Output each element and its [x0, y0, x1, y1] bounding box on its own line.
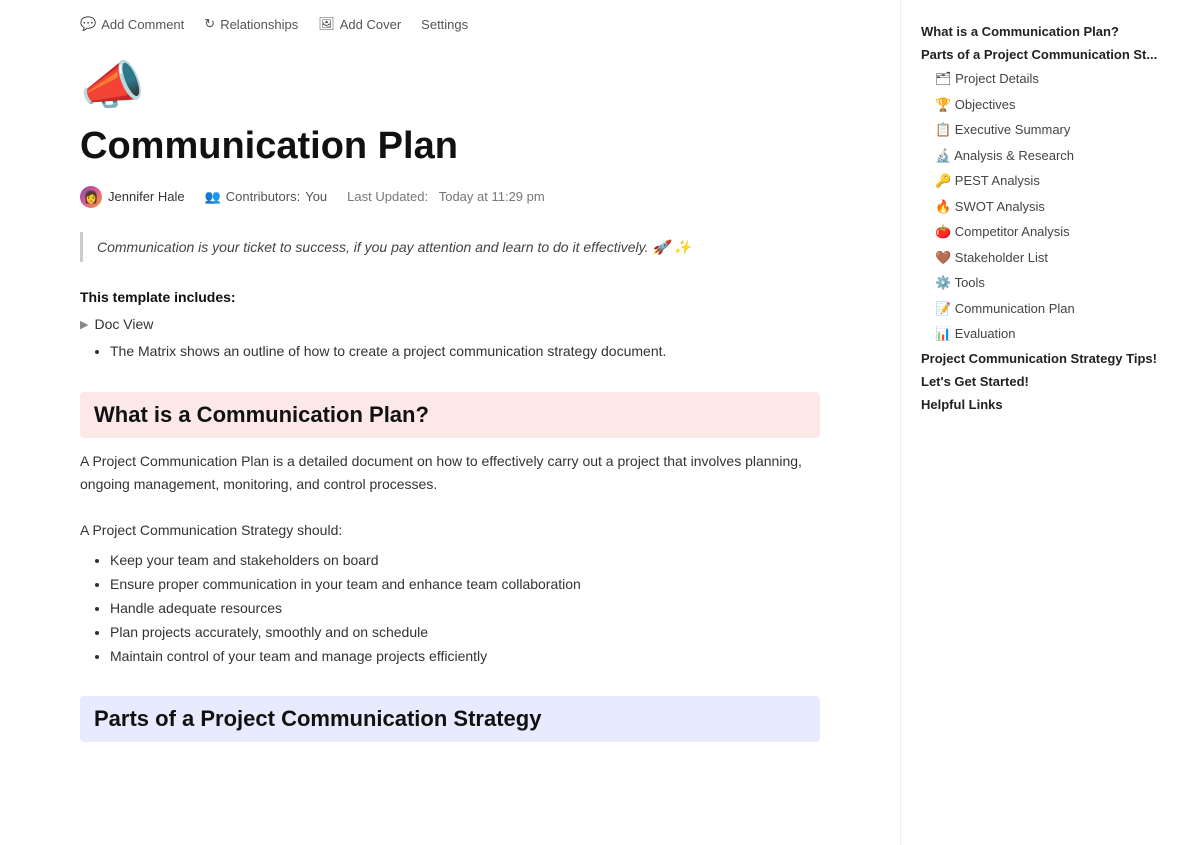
contributors-label: Contributors:: [226, 189, 300, 204]
toc-item-10[interactable]: ⚙️ Tools: [921, 270, 1164, 296]
list-item: Handle adequate resources: [110, 597, 820, 621]
callout-text: Communication is your ticket to success,…: [97, 239, 691, 255]
section1-para2: A Project Communication Strategy should:: [80, 519, 820, 541]
add-cover-button[interactable]: 🖼 Add Cover: [318, 16, 401, 32]
toc-item-13[interactable]: Project Communication Strategy Tips!: [921, 347, 1164, 370]
relationships-button[interactable]: ↻ Relationships: [204, 16, 298, 32]
list-item: Plan projects accurately, smoothly and o…: [110, 621, 820, 645]
section1-heading: What is a Communication Plan?: [80, 392, 820, 438]
list-item: Keep your team and stakeholders on board: [110, 549, 820, 573]
callout-block: Communication is your ticket to success,…: [80, 232, 820, 262]
toc-item-0[interactable]: What is a Communication Plan?: [921, 20, 1164, 43]
author-name: Jennifer Hale: [108, 189, 185, 204]
comment-icon: 💬: [80, 16, 96, 32]
people-icon: 👥: [205, 189, 221, 205]
toc-item-5[interactable]: 🔬 Analysis & Research: [921, 143, 1164, 169]
toggle-label[interactable]: Doc View: [94, 316, 153, 332]
contributors-value: You: [305, 189, 327, 204]
section1-para1: A Project Communication Plan is a detail…: [80, 450, 820, 495]
image-icon: 🖼: [318, 16, 335, 32]
toc-item-4[interactable]: 📋 Executive Summary: [921, 117, 1164, 143]
meta-row: 👩 Jennifer Hale 👥 Contributors: You Last…: [80, 186, 820, 208]
main-content: 💬 Add Comment ↻ Relationships 🖼 Add Cove…: [0, 0, 900, 845]
section2-heading: Parts of a Project Communication Strateg…: [80, 696, 820, 742]
toolbar: 💬 Add Comment ↻ Relationships 🖼 Add Cove…: [80, 0, 820, 40]
toc-item-14[interactable]: Let's Get Started!: [921, 370, 1164, 393]
toggle-item[interactable]: ▶ Doc View: [80, 316, 820, 332]
settings-button[interactable]: Settings: [421, 17, 468, 32]
section1-bullet-list: Keep your team and stakeholders on board…: [100, 549, 820, 668]
template-heading: This template includes:: [80, 286, 820, 308]
list-item: Maintain control of your team and manage…: [110, 645, 820, 669]
avatar: 👩: [80, 186, 102, 208]
add-comment-button[interactable]: 💬 Add Comment: [80, 16, 184, 32]
relationships-icon: ↻: [204, 16, 215, 32]
toc-item-6[interactable]: 🔑 PEST Analysis: [921, 168, 1164, 194]
toggle-arrow-icon[interactable]: ▶: [80, 318, 88, 331]
last-updated-value: Today at 11:29 pm: [439, 189, 545, 204]
settings-label: Settings: [421, 17, 468, 32]
relationships-label: Relationships: [220, 17, 298, 32]
toc-item-7[interactable]: 🔥 SWOT Analysis: [921, 194, 1164, 220]
add-comment-label: Add Comment: [101, 17, 184, 32]
toc-item-12[interactable]: 📊 Evaluation: [921, 321, 1164, 347]
toc-item-3[interactable]: 🏆 Objectives: [921, 92, 1164, 118]
toc-item-8[interactable]: 🍅 Competitor Analysis: [921, 219, 1164, 245]
toc-item-15[interactable]: Helpful Links: [921, 393, 1164, 416]
template-heading-text: This template includes:: [80, 289, 236, 305]
toc-item-2[interactable]: 🗂 Project Details: [921, 66, 1164, 92]
add-cover-label: Add Cover: [340, 17, 401, 32]
toc-item-9[interactable]: 🤎 Stakeholder List: [921, 245, 1164, 271]
page-emoji: 📣: [80, 40, 820, 120]
toc-item-1[interactable]: Parts of a Project Communication St...: [921, 43, 1164, 66]
template-bullet-list: The Matrix shows an outline of how to cr…: [100, 340, 820, 364]
contributors-info: 👥 Contributors: You: [205, 189, 328, 205]
table-of-contents: What is a Communication Plan?Parts of a …: [900, 0, 1180, 845]
author-info: 👩 Jennifer Hale: [80, 186, 185, 208]
list-item: The Matrix shows an outline of how to cr…: [110, 340, 820, 364]
list-item: Ensure proper communication in your team…: [110, 573, 820, 597]
page-title: Communication Plan: [80, 124, 820, 170]
toc-item-11[interactable]: 📝 Communication Plan: [921, 296, 1164, 322]
last-updated-label: Last Updated:: [347, 189, 428, 204]
last-updated: Last Updated: Today at 11:29 pm: [347, 189, 545, 204]
